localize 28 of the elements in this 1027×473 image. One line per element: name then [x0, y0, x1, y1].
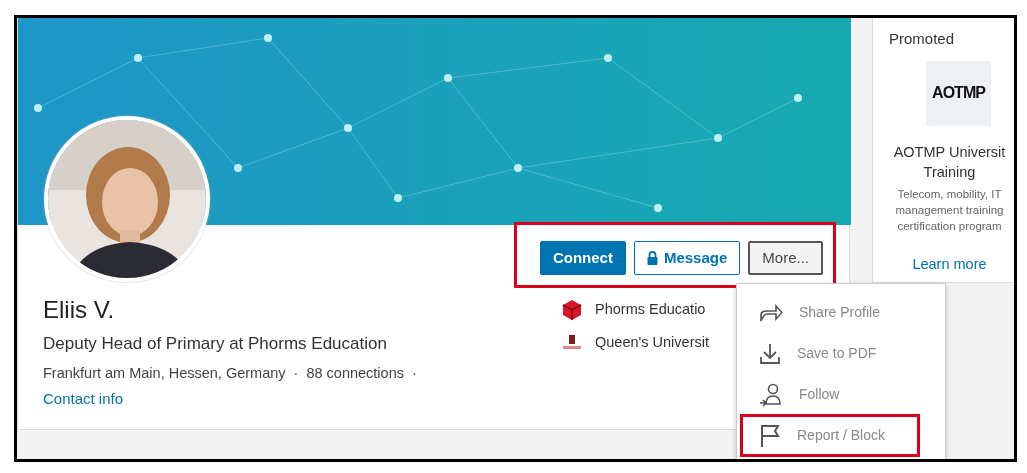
menu-item[interactable]: Save to PDF [741, 333, 919, 374]
profile-name: Eliis V. [43, 295, 116, 325]
promoted-label: Promoted [889, 29, 956, 49]
lock-icon [646, 251, 658, 265]
profile-headline: Deputy Head of Primary at Phorms Education [43, 333, 388, 355]
promotion-description: Telecom, mobility, IT management training certification program [894, 186, 1005, 234]
promotion-title: AOTMP Universit Training [892, 142, 1007, 182]
profile-location: Frankfurt am Main, Hessen, Germany [43, 363, 286, 383]
learn-more-link[interactable]: Learn more [912, 253, 987, 276]
school-name: Queen's Universit [595, 333, 709, 352]
company-logo: AOTMP [926, 60, 991, 126]
menu-item[interactable]: Report / Block [741, 415, 919, 456]
download-icon [759, 342, 781, 365]
connections-count: 88 connections [306, 363, 404, 383]
message-button[interactable]: Message [633, 241, 741, 275]
school-name: Phorms Educatio [595, 300, 706, 320]
share-icon [759, 302, 783, 323]
cube-icon [561, 299, 583, 321]
flag-icon [759, 423, 781, 448]
crest-icon [561, 334, 583, 351]
person-icon [759, 382, 783, 407]
menu-item[interactable]: Follow [741, 374, 919, 415]
separator-dot: · [293, 363, 299, 383]
more-button[interactable]: More... [748, 241, 823, 275]
contact-info-link[interactable]: Contact info [43, 388, 124, 411]
menu-item[interactable]: Share Profile [741, 292, 919, 333]
separator-dot: · [411, 363, 417, 383]
connect-button[interactable]: Connect [539, 241, 626, 275]
